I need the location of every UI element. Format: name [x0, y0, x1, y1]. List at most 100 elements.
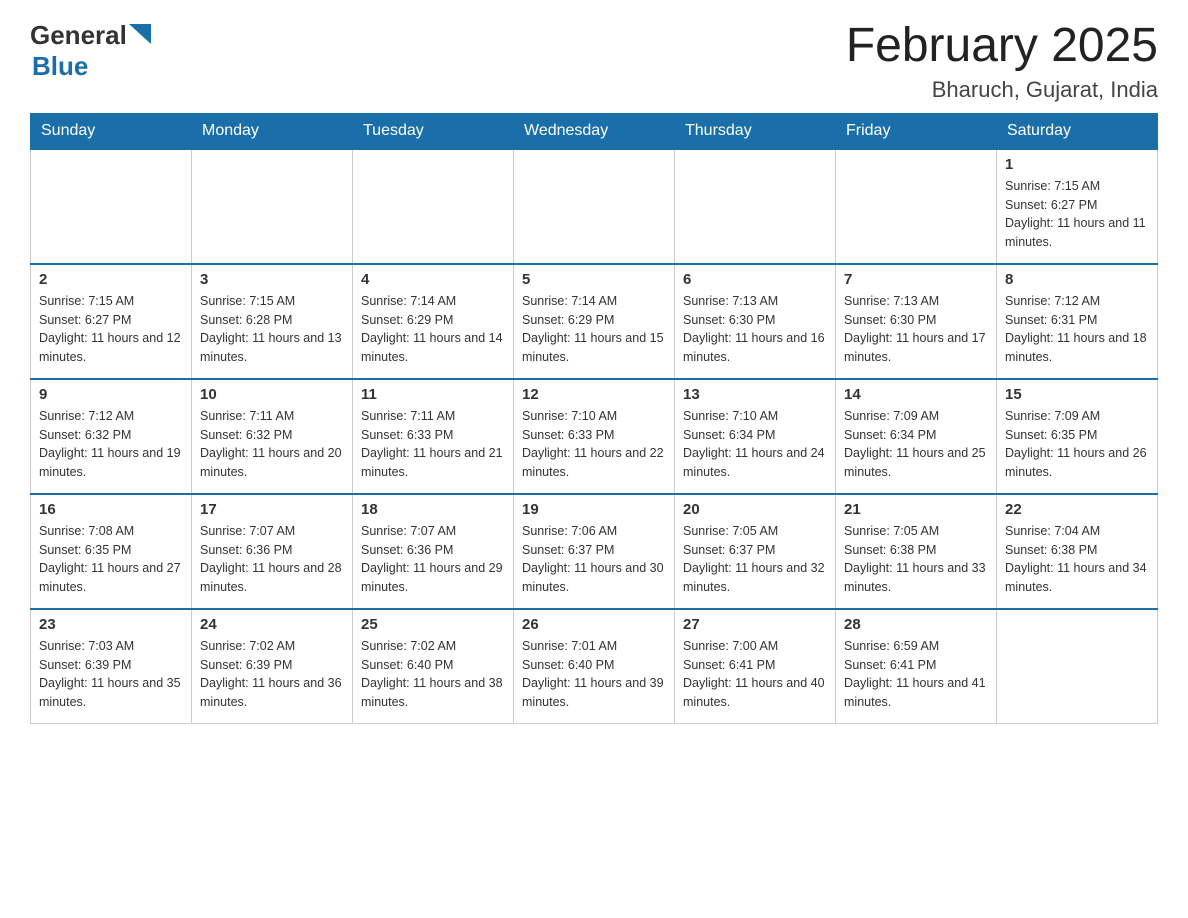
day-cell: 16 Sunrise: 7:08 AM Sunset: 6:35 PM Dayli…: [31, 494, 192, 609]
day-info: Sunrise: 7:15 AM Sunset: 6:27 PM Dayligh…: [39, 292, 183, 367]
day-cell: 18 Sunrise: 7:07 AM Sunset: 6:36 PM Dayli…: [353, 494, 514, 609]
day-cell: 5 Sunrise: 7:14 AM Sunset: 6:29 PM Daylig…: [514, 264, 675, 379]
day-number: 14: [844, 386, 988, 403]
day-number: 26: [522, 616, 666, 633]
day-info: Sunrise: 7:07 AM Sunset: 6:36 PM Dayligh…: [361, 522, 505, 597]
day-number: 9: [39, 386, 183, 403]
day-number: 21: [844, 501, 988, 518]
day-number: 8: [1005, 271, 1149, 288]
day-info: Sunrise: 7:09 AM Sunset: 6:35 PM Dayligh…: [1005, 407, 1149, 482]
day-info: Sunrise: 7:12 AM Sunset: 6:32 PM Dayligh…: [39, 407, 183, 482]
week-row-3: 9 Sunrise: 7:12 AM Sunset: 6:32 PM Daylig…: [31, 379, 1158, 494]
day-info: Sunrise: 7:10 AM Sunset: 6:33 PM Dayligh…: [522, 407, 666, 482]
day-info: Sunrise: 7:02 AM Sunset: 6:39 PM Dayligh…: [200, 637, 344, 712]
day-cell: 28 Sunrise: 6:59 AM Sunset: 6:41 PM Dayli…: [836, 609, 997, 724]
day-number: 28: [844, 616, 988, 633]
day-number: 23: [39, 616, 183, 633]
day-number: 3: [200, 271, 344, 288]
day-cell: 12Sunrise: 7:10 AM Sunset: 6:33 PM Dayli…: [514, 379, 675, 494]
day-info: Sunrise: 7:14 AM Sunset: 6:29 PM Dayligh…: [522, 292, 666, 367]
day-cell: 21 Sunrise: 7:05 AM Sunset: 6:38 PM Dayli…: [836, 494, 997, 609]
logo-general-text: General: [30, 20, 127, 51]
day-cell: [836, 149, 997, 264]
day-number: 1: [1005, 156, 1149, 173]
day-cell: 3 Sunrise: 7:15 AM Sunset: 6:28 PM Daylig…: [192, 264, 353, 379]
day-info: Sunrise: 7:00 AM Sunset: 6:41 PM Dayligh…: [683, 637, 827, 712]
day-cell: 24 Sunrise: 7:02 AM Sunset: 6:39 PM Dayli…: [192, 609, 353, 724]
day-number: 13: [683, 386, 827, 403]
day-info: Sunrise: 7:05 AM Sunset: 6:38 PM Dayligh…: [844, 522, 988, 597]
day-cell: [192, 149, 353, 264]
day-number: 19: [522, 501, 666, 518]
page-header: General Blue February 2025 Bharuch, Guja…: [30, 20, 1158, 103]
day-cell: 4 Sunrise: 7:14 AM Sunset: 6:29 PM Daylig…: [353, 264, 514, 379]
day-cell: 27 Sunrise: 7:00 AM Sunset: 6:41 PM Dayli…: [675, 609, 836, 724]
col-wednesday: Wednesday: [514, 113, 675, 149]
day-info: Sunrise: 7:13 AM Sunset: 6:30 PM Dayligh…: [683, 292, 827, 367]
day-info: Sunrise: 7:13 AM Sunset: 6:30 PM Dayligh…: [844, 292, 988, 367]
week-row-4: 16 Sunrise: 7:08 AM Sunset: 6:35 PM Dayli…: [31, 494, 1158, 609]
day-cell: 26Sunrise: 7:01 AM Sunset: 6:40 PM Dayli…: [514, 609, 675, 724]
day-cell: 7 Sunrise: 7:13 AM Sunset: 6:30 PM Daylig…: [836, 264, 997, 379]
week-row-2: 2 Sunrise: 7:15 AM Sunset: 6:27 PM Daylig…: [31, 264, 1158, 379]
calendar-header-row: Sunday Monday Tuesday Wednesday Thursday…: [31, 113, 1158, 149]
col-saturday: Saturday: [997, 113, 1158, 149]
logo-blue-text: Blue: [32, 51, 88, 81]
col-monday: Monday: [192, 113, 353, 149]
day-info: Sunrise: 7:15 AM Sunset: 6:28 PM Dayligh…: [200, 292, 344, 367]
day-cell: [353, 149, 514, 264]
day-info: Sunrise: 7:15 AM Sunset: 6:27 PM Dayligh…: [1005, 177, 1149, 252]
title-area: February 2025 Bharuch, Gujarat, India: [846, 20, 1158, 103]
day-info: Sunrise: 7:12 AM Sunset: 6:31 PM Dayligh…: [1005, 292, 1149, 367]
day-number: 16: [39, 501, 183, 518]
day-info: Sunrise: 6:59 AM Sunset: 6:41 PM Dayligh…: [844, 637, 988, 712]
calendar-table: Sunday Monday Tuesday Wednesday Thursday…: [30, 113, 1158, 725]
month-year-title: February 2025: [846, 20, 1158, 73]
day-cell: 13 Sunrise: 7:10 AM Sunset: 6:34 PM Dayli…: [675, 379, 836, 494]
day-info: Sunrise: 7:09 AM Sunset: 6:34 PM Dayligh…: [844, 407, 988, 482]
day-cell: 1 Sunrise: 7:15 AM Sunset: 6:27 PM Daylig…: [997, 149, 1158, 264]
day-cell: 23 Sunrise: 7:03 AM Sunset: 6:39 PM Dayli…: [31, 609, 192, 724]
day-cell: 22 Sunrise: 7:04 AM Sunset: 6:38 PM Dayli…: [997, 494, 1158, 609]
day-cell: 6Sunrise: 7:13 AM Sunset: 6:30 PM Daylig…: [675, 264, 836, 379]
day-number: 24: [200, 616, 344, 633]
week-row-1: 1 Sunrise: 7:15 AM Sunset: 6:27 PM Daylig…: [31, 149, 1158, 264]
day-number: 15: [1005, 386, 1149, 403]
day-cell: 9 Sunrise: 7:12 AM Sunset: 6:32 PM Daylig…: [31, 379, 192, 494]
day-number: 27: [683, 616, 827, 633]
day-cell: 25 Sunrise: 7:02 AM Sunset: 6:40 PM Dayli…: [353, 609, 514, 724]
location-subtitle: Bharuch, Gujarat, India: [846, 77, 1158, 103]
day-number: 7: [844, 271, 988, 288]
day-info: Sunrise: 7:06 AM Sunset: 6:37 PM Dayligh…: [522, 522, 666, 597]
logo-arrow-icon: [129, 24, 151, 44]
day-info: Sunrise: 7:08 AM Sunset: 6:35 PM Dayligh…: [39, 522, 183, 597]
day-info: Sunrise: 7:14 AM Sunset: 6:29 PM Dayligh…: [361, 292, 505, 367]
day-number: 22: [1005, 501, 1149, 518]
day-cell: [31, 149, 192, 264]
day-number: 5: [522, 271, 666, 288]
day-number: 17: [200, 501, 344, 518]
day-cell: 11 Sunrise: 7:11 AM Sunset: 6:33 PM Dayli…: [353, 379, 514, 494]
day-number: 18: [361, 501, 505, 518]
day-info: Sunrise: 7:07 AM Sunset: 6:36 PM Dayligh…: [200, 522, 344, 597]
day-info: Sunrise: 7:03 AM Sunset: 6:39 PM Dayligh…: [39, 637, 183, 712]
day-info: Sunrise: 7:05 AM Sunset: 6:37 PM Dayligh…: [683, 522, 827, 597]
day-cell: 15 Sunrise: 7:09 AM Sunset: 6:35 PM Dayli…: [997, 379, 1158, 494]
day-number: 2: [39, 271, 183, 288]
day-info: Sunrise: 7:10 AM Sunset: 6:34 PM Dayligh…: [683, 407, 827, 482]
day-info: Sunrise: 7:11 AM Sunset: 6:33 PM Dayligh…: [361, 407, 505, 482]
day-cell: [514, 149, 675, 264]
day-info: Sunrise: 7:04 AM Sunset: 6:38 PM Dayligh…: [1005, 522, 1149, 597]
day-info: Sunrise: 7:11 AM Sunset: 6:32 PM Dayligh…: [200, 407, 344, 482]
col-tuesday: Tuesday: [353, 113, 514, 149]
col-friday: Friday: [836, 113, 997, 149]
day-info: Sunrise: 7:02 AM Sunset: 6:40 PM Dayligh…: [361, 637, 505, 712]
day-number: 25: [361, 616, 505, 633]
week-row-5: 23 Sunrise: 7:03 AM Sunset: 6:39 PM Dayli…: [31, 609, 1158, 724]
day-number: 11: [361, 386, 505, 403]
day-number: 4: [361, 271, 505, 288]
day-cell: [997, 609, 1158, 724]
day-cell: 10 Sunrise: 7:11 AM Sunset: 6:32 PM Dayli…: [192, 379, 353, 494]
day-number: 10: [200, 386, 344, 403]
logo: General Blue: [30, 20, 151, 82]
